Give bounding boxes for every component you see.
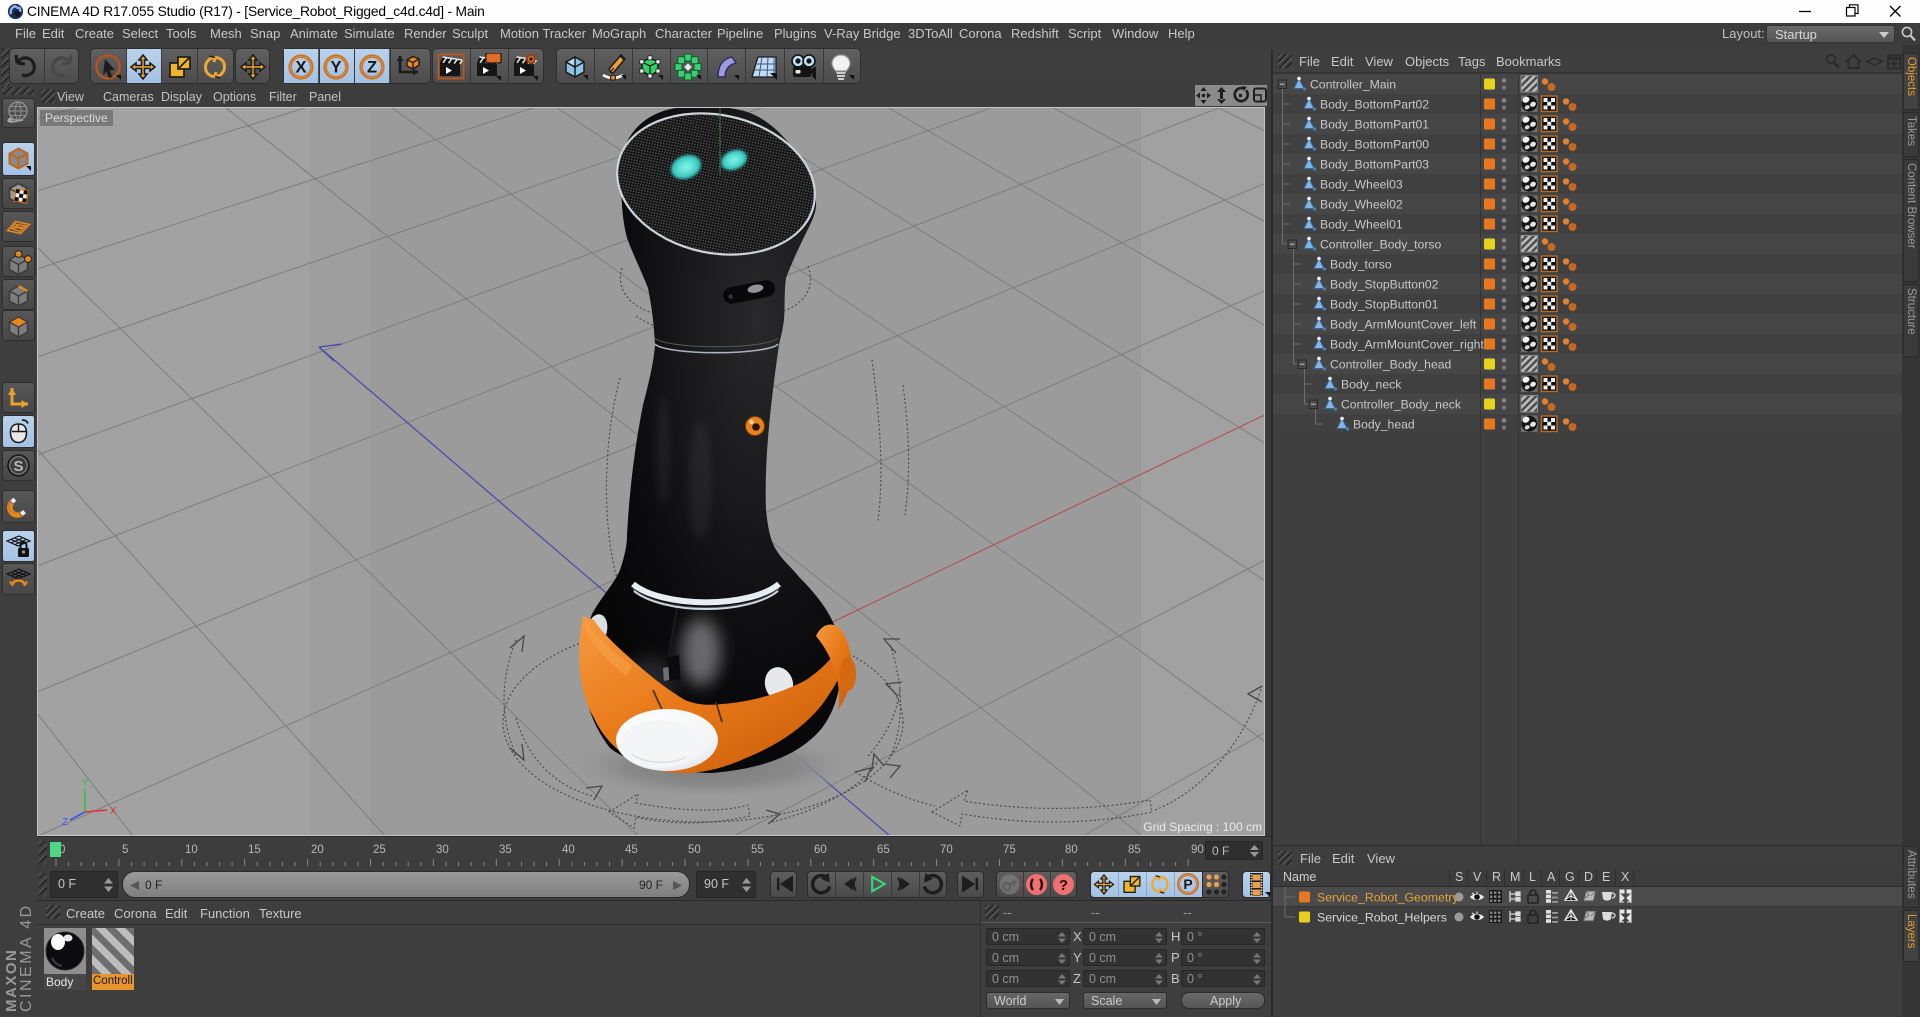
- svg-text:90: 90: [1191, 844, 1204, 856]
- svg-text:Body_torso: Body_torso: [1330, 258, 1392, 272]
- svg-text:55: 55: [751, 844, 764, 856]
- svg-text:X: X: [110, 806, 117, 817]
- svg-text:Controller_Main: Controller_Main: [1310, 78, 1396, 92]
- svg-text:Z: Z: [62, 817, 68, 828]
- svg-text:5: 5: [122, 844, 128, 856]
- svg-text:70: 70: [940, 844, 953, 856]
- svg-text:Z: Z: [367, 59, 377, 77]
- svg-text:85: 85: [1128, 844, 1141, 856]
- svg-text:50: 50: [688, 844, 701, 856]
- svg-text:Body_Wheel03: Body_Wheel03: [1320, 178, 1403, 192]
- svg-text:Body_ArmMountCover_right: Body_ArmMountCover_right: [1330, 338, 1484, 352]
- svg-text:45: 45: [625, 844, 638, 856]
- svg-text:30: 30: [436, 844, 449, 856]
- svg-text:65: 65: [877, 844, 890, 856]
- svg-text:60: 60: [814, 844, 827, 856]
- svg-text:?: ?: [1059, 877, 1068, 894]
- svg-text:Body_BottomPart02: Body_BottomPart02: [1320, 98, 1429, 112]
- svg-text:Body_Wheel02: Body_Wheel02: [1320, 198, 1403, 212]
- svg-text:Grid Spacing : 100 cm: Grid Spacing : 100 cm: [1143, 820, 1262, 834]
- svg-text:Y: Y: [330, 59, 341, 77]
- svg-text:Body_BottomPart00: Body_BottomPart00: [1320, 138, 1429, 152]
- svg-text:20: 20: [311, 844, 324, 856]
- svg-text:P: P: [1183, 876, 1192, 892]
- svg-text:15: 15: [248, 844, 261, 856]
- svg-text:Body_StopButton01: Body_StopButton01: [1330, 298, 1439, 312]
- svg-text:Service_Robot_Geometry: Service_Robot_Geometry: [1317, 891, 1459, 905]
- svg-text:Service_Robot_Helpers: Service_Robot_Helpers: [1317, 911, 1447, 925]
- svg-text:35: 35: [499, 844, 512, 856]
- svg-text:Controller_Body_head: Controller_Body_head: [1330, 358, 1451, 372]
- svg-text:10: 10: [185, 844, 198, 856]
- svg-text:25: 25: [373, 844, 386, 856]
- svg-text:Controller_Body_neck: Controller_Body_neck: [1341, 398, 1462, 412]
- svg-text:Body_BottomPart03: Body_BottomPart03: [1320, 158, 1429, 172]
- svg-text:75: 75: [1003, 844, 1016, 856]
- svg-text:X: X: [295, 59, 306, 77]
- svg-text:Body_BottomPart01: Body_BottomPart01: [1320, 118, 1429, 132]
- svg-text:80: 80: [1065, 844, 1078, 856]
- svg-text:S: S: [13, 458, 23, 475]
- svg-text:Body_ArmMountCover_left: Body_ArmMountCover_left: [1330, 318, 1477, 332]
- svg-text:Body_Wheel01: Body_Wheel01: [1320, 218, 1403, 232]
- svg-text:Body_neck: Body_neck: [1341, 378, 1402, 392]
- svg-text:Body_head: Body_head: [1353, 418, 1415, 432]
- svg-text:Body_StopButton02: Body_StopButton02: [1330, 278, 1439, 292]
- svg-text:40: 40: [562, 844, 575, 856]
- svg-text:Y: Y: [82, 778, 89, 789]
- svg-text:Controller_Body_torso: Controller_Body_torso: [1320, 238, 1441, 252]
